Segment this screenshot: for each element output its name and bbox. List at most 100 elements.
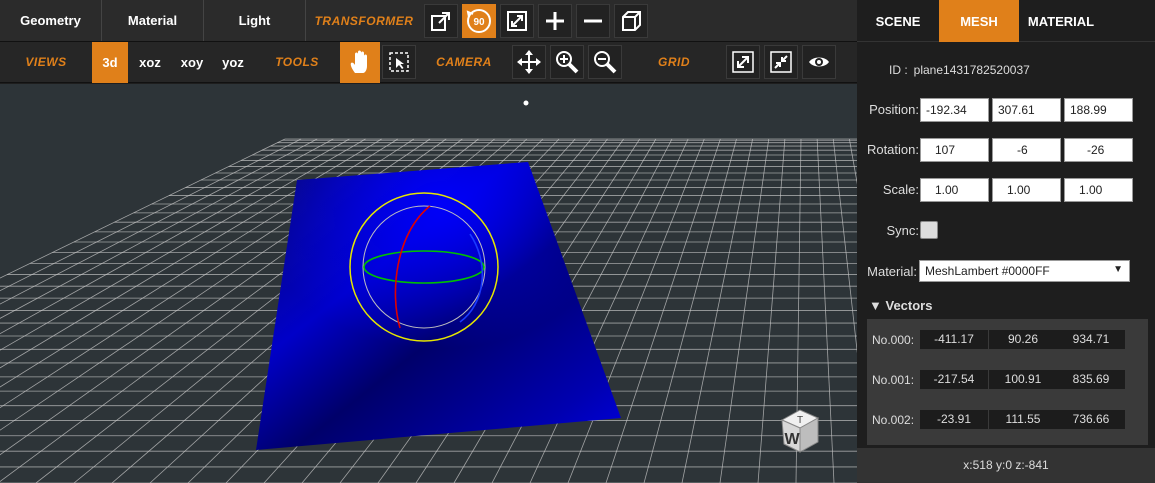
dropdown-arrow-icon: ▼ (1113, 264, 1123, 275)
rotate-90-icon: 90 (466, 9, 491, 33)
scale-icon (507, 11, 527, 31)
position-row: Position: (857, 98, 1155, 122)
menu-light[interactable]: Light (204, 0, 306, 41)
rotation-row: Rotation: (857, 138, 1155, 162)
rotation-x-input[interactable] (920, 138, 989, 162)
camera-label: CAMERA (436, 55, 492, 69)
vector-row: No.002: -23.91 111.55 736.66 (867, 410, 1148, 430)
rotation-label: Rotation: (866, 142, 919, 157)
select-button[interactable] (382, 45, 416, 79)
blue-plane-mesh[interactable] (256, 162, 621, 450)
position-y-input[interactable] (992, 98, 1061, 122)
3d-viewport[interactable]: T W (0, 84, 857, 483)
scale-y-input[interactable] (992, 178, 1061, 202)
zoom-in-button[interactable] (550, 45, 584, 79)
light-source-marker (523, 100, 529, 106)
cube-icon (622, 11, 641, 31)
select-cursor-icon (389, 52, 409, 72)
coordinate-status-bar: x:518 y:0 z:-841 (857, 448, 1155, 483)
vector-row: No.001: -217.54 100.91 835.69 (867, 370, 1148, 390)
vector-x-value[interactable]: -23.91 (920, 410, 988, 429)
vector-z-value[interactable]: 835.69 (1057, 370, 1125, 389)
collapse-triangle-icon: ▼ (869, 298, 886, 313)
menu-geometry[interactable]: Geometry (0, 0, 102, 41)
position-label: Position: (869, 102, 919, 117)
eye-icon (809, 57, 829, 67)
mesh-id-row: ID : plane1431782520037 (889, 63, 1030, 77)
vector-x-value[interactable]: -217.54 (920, 370, 988, 389)
shrink-icon (770, 51, 792, 73)
add-button[interactable] (538, 4, 572, 38)
tab-mesh[interactable]: MESH (939, 0, 1019, 42)
minus-icon (584, 19, 602, 23)
vector-x-value[interactable]: -411.17 (920, 330, 988, 349)
move-arrow-icon (431, 12, 450, 31)
camera-move-button[interactable] (512, 45, 546, 79)
vector-y-value[interactable]: 90.26 (989, 330, 1057, 349)
menu-material[interactable]: Material (102, 0, 204, 41)
translate-tool-button[interactable] (424, 4, 458, 38)
zoom-in-icon (556, 51, 579, 74)
scale-row: Scale: (857, 178, 1155, 202)
mesh-id-value: plane1431782520037 (913, 63, 1030, 77)
rotate-badge-text: 90 (473, 17, 485, 28)
scale-tool-button[interactable] (500, 4, 534, 38)
vector-label: No.001: (872, 373, 915, 387)
grid-shrink-button[interactable] (764, 45, 798, 79)
views-label: VIEWS (25, 55, 67, 69)
properties-panel: SCENE MESH MATERIAL ID : plane14317825200… (857, 0, 1155, 483)
expand-icon (732, 51, 754, 73)
material-select-value: MeshLambert #0000FF (925, 264, 1050, 278)
rotate-tool-button[interactable]: 90 (462, 4, 496, 38)
view-3d-button[interactable]: 3d (92, 41, 128, 83)
hand-icon (350, 50, 367, 73)
vector-z-value[interactable]: 736.66 (1057, 410, 1125, 429)
scene-canvas[interactable] (0, 84, 857, 483)
view-yoz-button[interactable]: yoz (212, 42, 254, 83)
rotation-y-input[interactable] (992, 138, 1061, 162)
remove-button[interactable] (576, 4, 610, 38)
zoom-out-icon (594, 51, 617, 74)
vectors-title: Vectors (885, 298, 933, 313)
box-button[interactable] (614, 4, 648, 38)
view-cube-top-label: T (797, 415, 803, 426)
zoom-out-button[interactable] (588, 45, 622, 79)
vectors-list: No.000: -411.17 90.26 934.71 No.001: -21… (867, 319, 1148, 445)
material-select[interactable]: MeshLambert #0000FF ▼ (919, 260, 1130, 282)
view-cube-widget[interactable]: T W (770, 402, 830, 462)
pan-hand-button[interactable] (340, 41, 380, 83)
vectors-header[interactable]: ▼ Vectors (869, 298, 932, 313)
transformer-label: TRANSFORMER (314, 13, 414, 28)
grid-expand-button[interactable] (726, 45, 760, 79)
top-menu-bar: Geometry Material Light TRANSFORMER 90 (0, 0, 857, 42)
view-xoz-button[interactable]: xoz (128, 42, 172, 83)
plus-icon (546, 12, 564, 30)
vector-y-value[interactable]: 100.91 (989, 370, 1057, 389)
grid-label: GRID (658, 55, 690, 69)
view-cube-front-label: W (784, 431, 800, 448)
sync-label: Sync: (886, 223, 919, 238)
material-row: Material: MeshLambert #0000FF ▼ (857, 260, 1155, 284)
tools-label: TOOLS (275, 55, 319, 69)
scale-label: Scale: (882, 182, 919, 197)
vector-label: No.000: (872, 333, 915, 347)
vector-row: No.000: -411.17 90.26 934.71 (867, 330, 1148, 350)
vector-y-value[interactable]: 111.55 (989, 410, 1057, 429)
vector-label: No.002: (872, 413, 915, 427)
position-z-input[interactable] (1064, 98, 1133, 122)
rotation-z-input[interactable] (1064, 138, 1133, 162)
panel-tabs: SCENE MESH MATERIAL (857, 0, 1155, 42)
sync-row: Sync: (857, 220, 1155, 244)
position-x-input[interactable] (920, 98, 989, 122)
material-label: Material: (867, 264, 917, 279)
scale-z-input[interactable] (1064, 178, 1133, 202)
move-cross-icon (517, 50, 541, 74)
grid-visibility-button[interactable] (802, 45, 836, 79)
scale-x-input[interactable] (920, 178, 989, 202)
vector-z-value[interactable]: 934.71 (1057, 330, 1125, 349)
sync-checkbox[interactable] (920, 221, 938, 239)
view-xoy-button[interactable]: xoy (172, 42, 212, 83)
mesh-id-label: ID : (889, 63, 908, 77)
tab-scene[interactable]: SCENE (857, 0, 939, 42)
tab-material[interactable]: MATERIAL (1019, 0, 1103, 42)
